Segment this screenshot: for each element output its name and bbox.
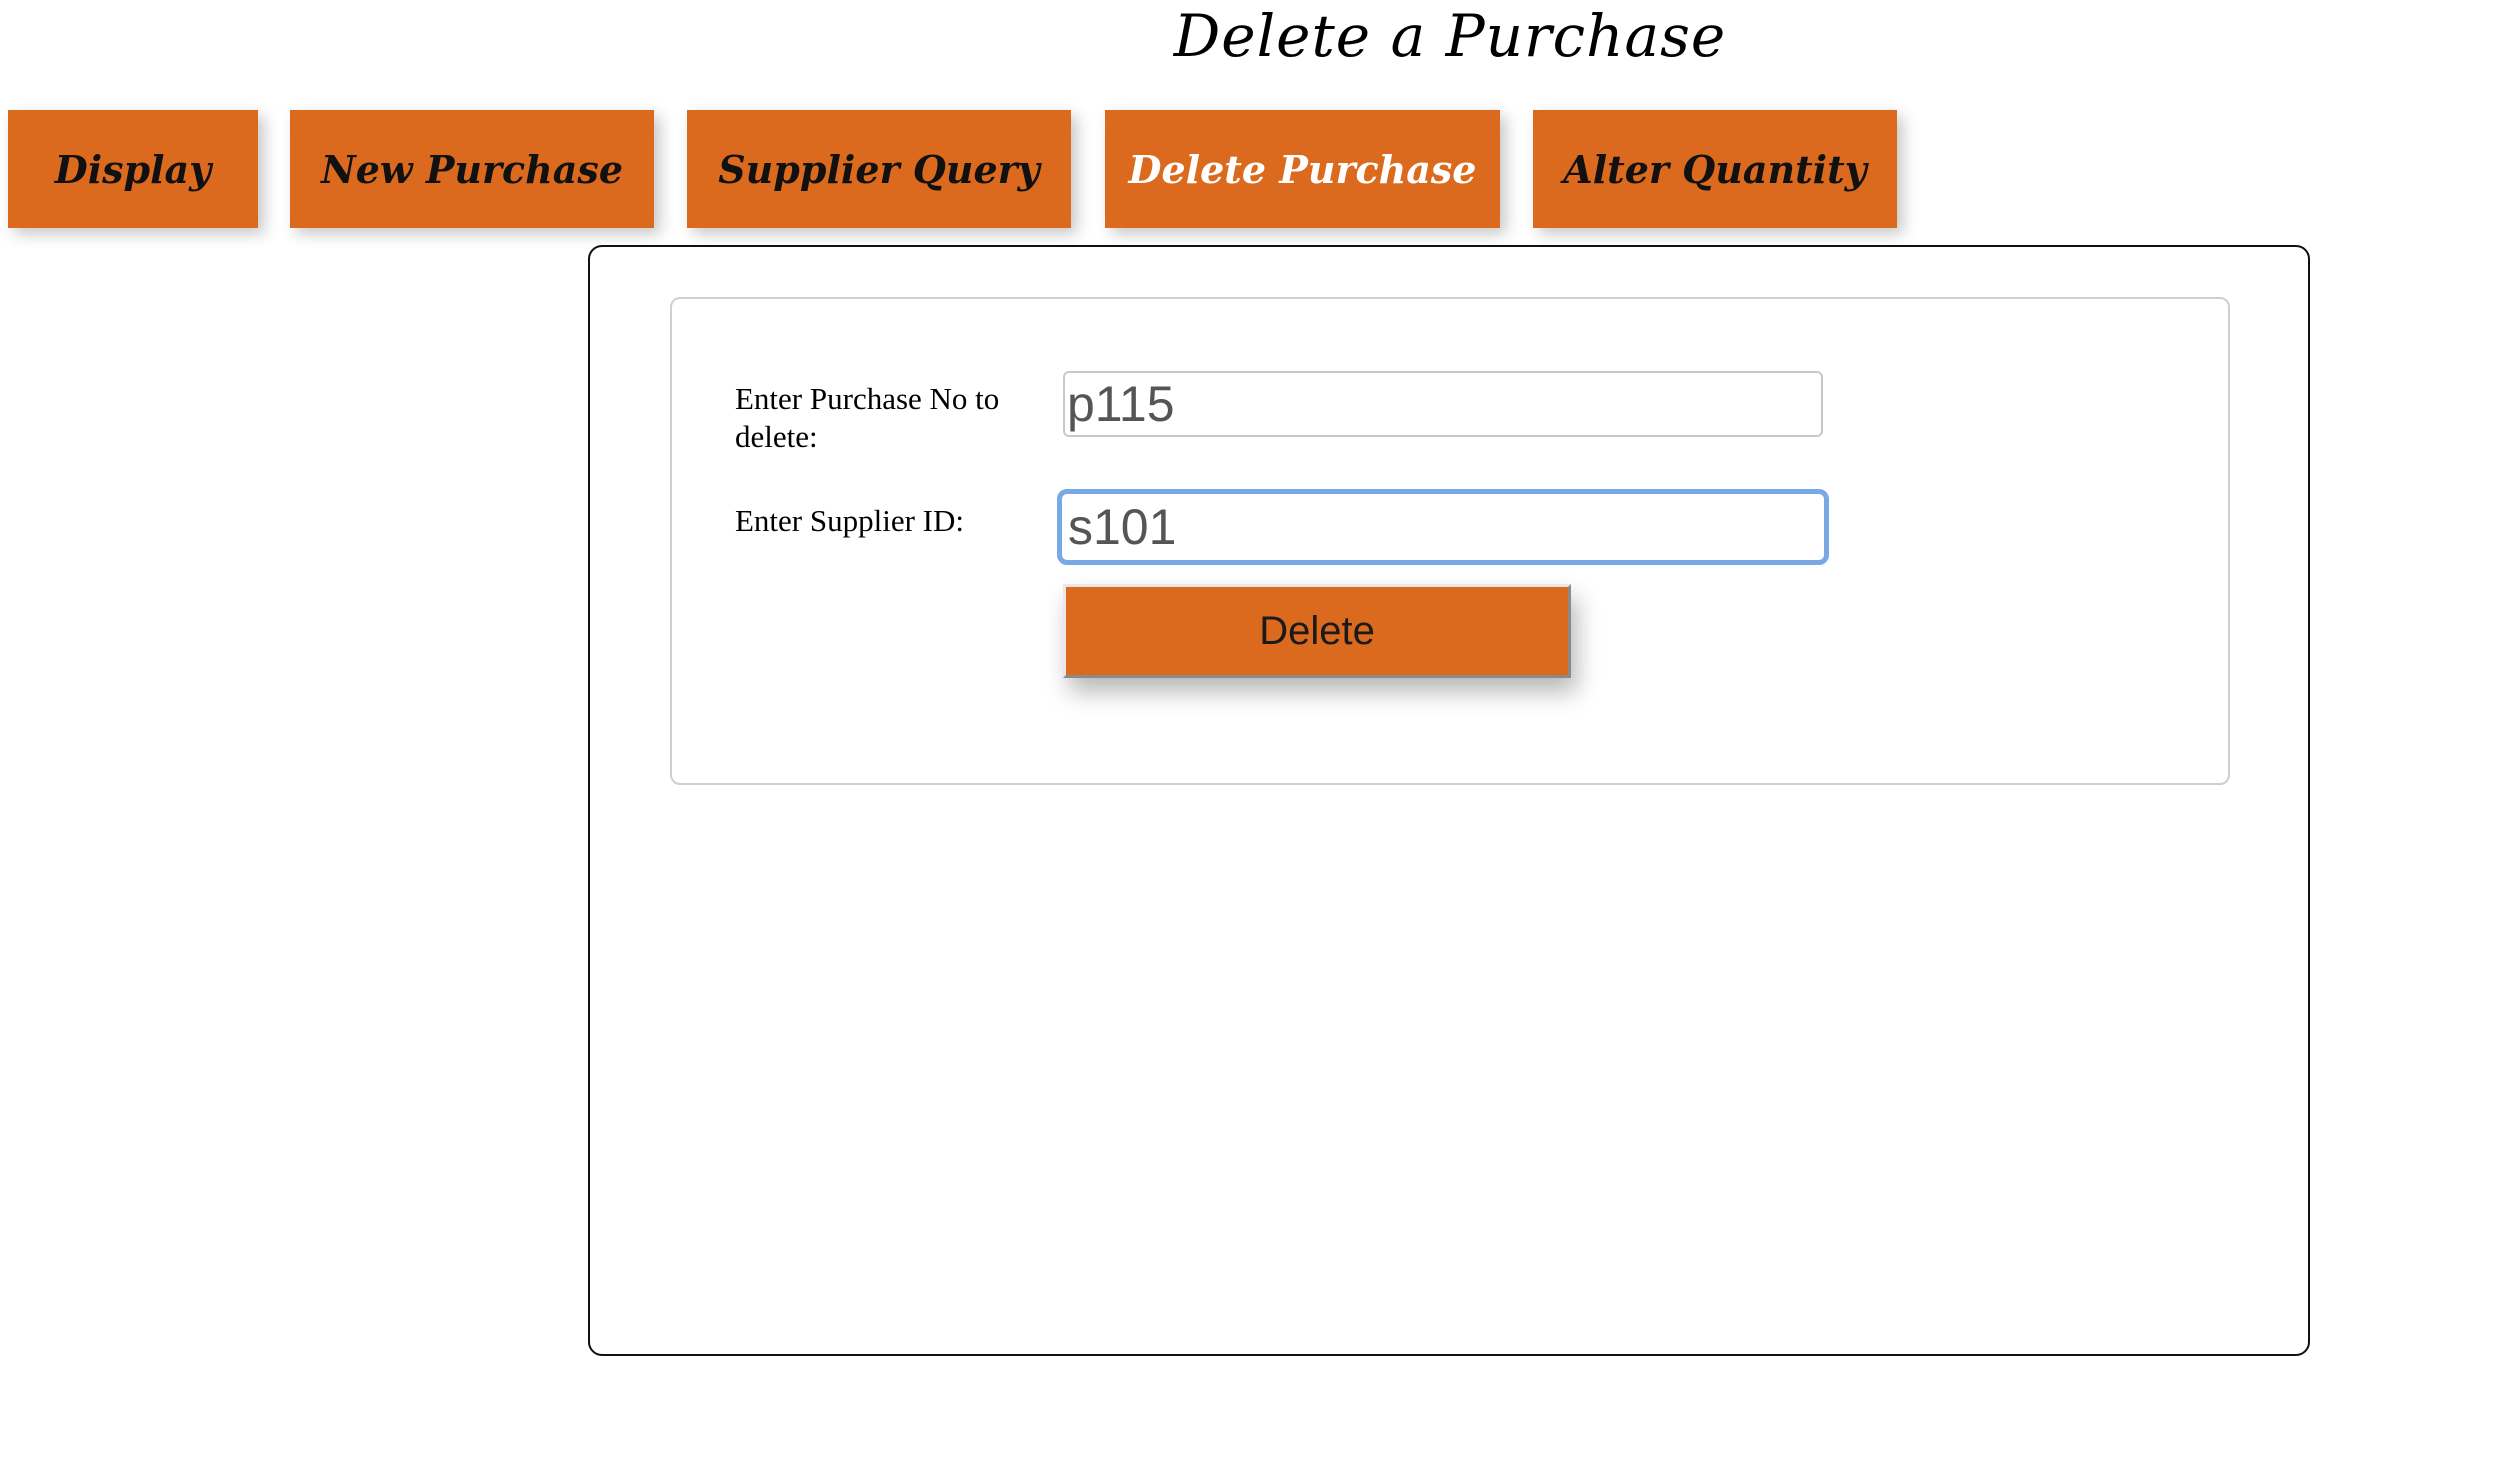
nav-new-purchase-button[interactable]: New Purchase xyxy=(290,110,654,228)
nav-delete-purchase-button[interactable]: Delete Purchase xyxy=(1105,110,1500,228)
page-title: Delete a Purchase xyxy=(1173,2,1727,70)
purchase-no-input[interactable] xyxy=(1063,371,1823,437)
nav-alter-quantity-button[interactable]: Alter Quantity xyxy=(1533,110,1897,228)
nav-supplier-query-button[interactable]: Supplier Query xyxy=(687,110,1071,228)
purchase-no-label: Enter Purchase No to delete: xyxy=(735,381,1000,454)
supplier-id-label: Enter Supplier ID: xyxy=(735,503,965,538)
nav-display-button[interactable]: Display xyxy=(8,110,258,228)
supplier-id-input[interactable] xyxy=(1057,489,1829,565)
delete-button[interactable]: Delete xyxy=(1063,584,1571,678)
